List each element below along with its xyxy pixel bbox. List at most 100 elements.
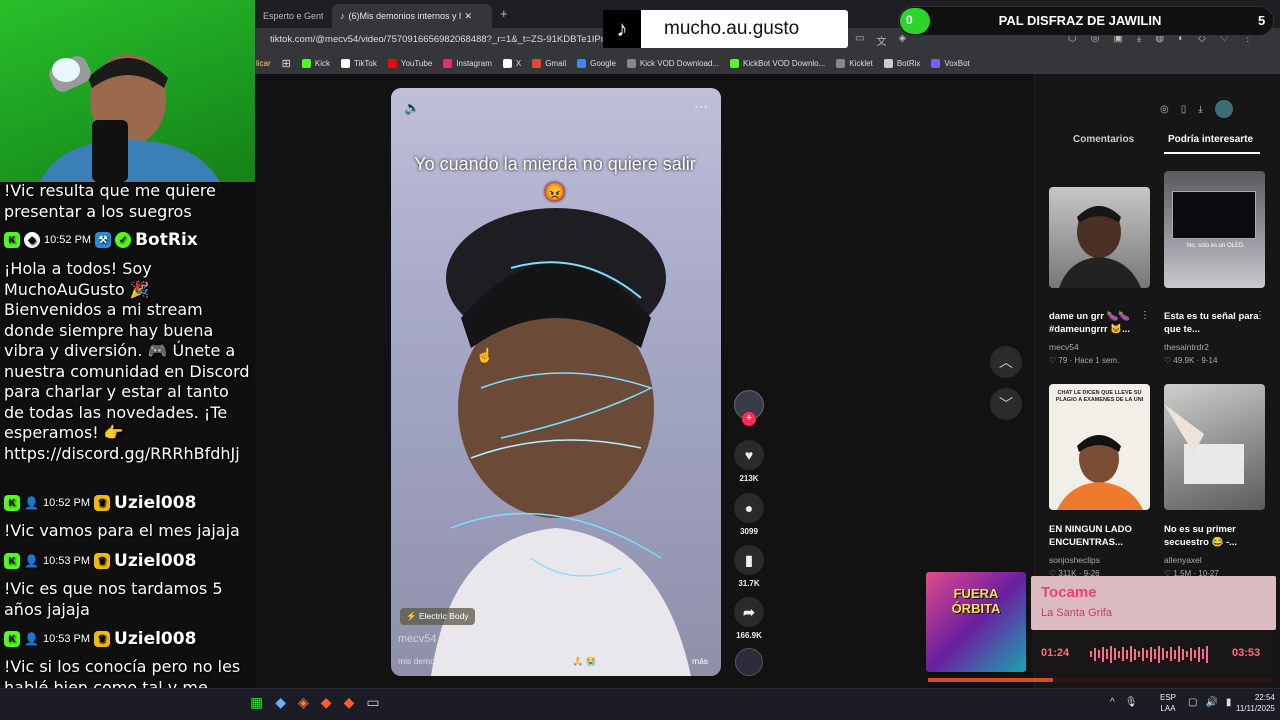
webcam-feed [0, 0, 255, 182]
chevron-down-icon: ﹀ [999, 396, 1013, 412]
system-tray: ^ 🎙 [1110, 697, 1137, 708]
like-button[interactable]: ♥ 213K [733, 440, 765, 483]
extension-icon[interactable]: ◈ [898, 33, 906, 48]
language-indicator[interactable]: ESP LAA [1160, 692, 1176, 714]
comment-button[interactable]: ● 3099 [733, 493, 765, 536]
bookmark-item[interactable]: TikTok [341, 58, 377, 68]
chevron-up-icon: ︿ [999, 354, 1013, 370]
bookmark-item[interactable]: Kicklet [836, 58, 873, 68]
browser-tab[interactable]: Esperto e Gentil e... [255, 4, 323, 28]
waveform-bar [1170, 647, 1172, 661]
waveform-bar [1134, 648, 1136, 660]
translate-icon[interactable]: 文 [876, 33, 886, 48]
more-options-icon[interactable]: ⋮ [1255, 310, 1265, 321]
user-icon: 👤 [24, 554, 39, 568]
browser-tab-active[interactable]: ♪ (6)Mis demonios internos y hum... ✕ [332, 4, 492, 28]
suggested-thumbnail[interactable]: CHAT LE DICEN QUE LLEVE SU PLAGIO A EXAM… [1049, 384, 1150, 510]
bookmark-item[interactable]: licar [256, 59, 271, 68]
app-icon[interactable]: ◆ [275, 694, 286, 711]
share-button[interactable]: ➦ 166.9K [733, 597, 765, 640]
brave-browser-icon[interactable]: ◆ [344, 694, 355, 711]
chat-user-row: K 👤 10:53 PM ♛ Uziel008 [4, 550, 196, 572]
kick-badge-icon: K [4, 631, 20, 647]
new-tab-button[interactable]: + [500, 6, 508, 21]
bookmark-label: Kick VOD Download... [639, 58, 720, 68]
volume-icon[interactable]: 🔈 [404, 100, 420, 116]
bookmark-item[interactable]: Gmail [532, 58, 566, 68]
suggested-thumbnail[interactable]: No, solo es un OLED. [1164, 171, 1265, 288]
more-options-icon[interactable]: ⋮ [1140, 310, 1150, 321]
phone-icon[interactable]: ▯ [1181, 104, 1187, 115]
bookmark-item[interactable]: KickBot VOD Downlo... [730, 58, 825, 68]
file-icon[interactable]: ▭ [366, 694, 379, 711]
waveform-bar [1130, 646, 1132, 662]
battery-icon[interactable]: ▮ [1226, 697, 1232, 708]
apps-icon[interactable]: ⊞ [282, 57, 291, 70]
suggested-title[interactable]: No es su primer secuestro 😂 -... [1164, 523, 1264, 549]
waveform-bar [1142, 647, 1144, 661]
microphone-icon[interactable]: 🎙 [1125, 697, 1138, 708]
suggested-author[interactable]: allenyaxel [1164, 555, 1202, 565]
bookmark-item[interactable]: Google [577, 58, 616, 68]
bookmark-item[interactable]: YouTube [387, 58, 432, 68]
network-icon[interactable]: ▢ [1188, 697, 1197, 708]
chat-username: Uziel008 [114, 493, 197, 513]
browser-app-icon[interactable]: ◈ [298, 694, 309, 711]
brave-browser-icon[interactable]: ◆ [321, 694, 332, 711]
tray-icons: ▢ 🔊 ▮ [1188, 697, 1231, 708]
tab-comments[interactable]: Comentarios [1073, 134, 1134, 145]
chat-message: !Vic resulta que me quiere presentar a l… [4, 182, 216, 221]
verified-badge-icon: ✓ [115, 232, 132, 248]
user-icon: 👤 [24, 496, 39, 510]
suggested-author[interactable]: mecv54 [1049, 342, 1079, 352]
sound-avatar[interactable] [733, 648, 765, 676]
follow-plus-icon[interactable]: + [742, 412, 756, 426]
bookmark-item[interactable]: X [502, 58, 521, 68]
bookmark-favicon-icon [341, 58, 351, 68]
waveform-bar [1194, 650, 1196, 658]
bookmark-item[interactable]: VoxBot [931, 58, 970, 68]
bookmark-item[interactable]: BotRix [883, 58, 920, 68]
next-video-button[interactable]: ﹀ [990, 388, 1022, 420]
suggested-thumbnail[interactable] [1049, 187, 1150, 288]
suggested-author[interactable]: thesaintrdr2 [1164, 342, 1209, 352]
suggested-thumbnail[interactable] [1164, 384, 1265, 510]
download-icon[interactable]: ⤓ [1198, 104, 1202, 115]
suggested-author[interactable]: sonjosheclips [1049, 555, 1100, 565]
creator-avatar[interactable]: + [733, 390, 765, 426]
more-options-icon[interactable]: ⋯ [694, 98, 708, 115]
bookmark-button[interactable]: ▮ 31.7K [733, 545, 765, 588]
bookmark-label: VoxBot [944, 58, 970, 68]
previous-video-button[interactable]: ︿ [990, 346, 1022, 378]
chevron-up-icon[interactable]: ^ [1110, 697, 1115, 708]
video-author[interactable]: mecv54 · Hace 2 d [398, 633, 490, 645]
kick-badge-icon: K [4, 495, 20, 511]
bookmark-favicon-icon [502, 58, 512, 68]
app-icon[interactable]: ▦ [250, 694, 263, 711]
suggested-title[interactable]: EN NINGUN LADO ENCUENTRAS... [1049, 523, 1149, 549]
suggested-title[interactable]: Esta es tu señal para que te... [1164, 310, 1264, 336]
cast-icon[interactable]: ▭ [855, 33, 864, 48]
bookmark-item[interactable]: Kick [301, 58, 330, 68]
keyboard-layout: LAA [1160, 704, 1176, 713]
compass-icon[interactable]: ◎ [1160, 104, 1169, 115]
chat-username: Uziel008 [114, 629, 197, 649]
system-clock[interactable]: 22:54 11/11/2025 [1236, 692, 1275, 714]
url-input[interactable]: tiktok.com/@mecv54/video/757091665698206… [270, 34, 609, 45]
chat-timestamp: 10:52 PM [44, 234, 92, 246]
bookmark-item[interactable]: Instagram [443, 58, 492, 68]
close-tab-icon[interactable]: ✕ [465, 11, 473, 22]
effect-tag[interactable]: ⚡ Electric Body [400, 608, 475, 625]
waveform-bar [1138, 651, 1140, 657]
share-icon: ➦ [734, 597, 764, 627]
volume-icon[interactable]: 🔊 [1205, 697, 1217, 708]
bookmark-favicon-icon [626, 58, 636, 68]
chat-message: ¡Hola a todos! Soy MuchoAuGusto 🎉 Bienve… [4, 259, 250, 463]
monitor-shape [1172, 191, 1256, 239]
bookmark-label: Google [590, 58, 616, 68]
avatar[interactable] [1214, 100, 1233, 118]
bookmark-item[interactable]: Kick VOD Download... [626, 58, 720, 68]
suggested-title[interactable]: dame un grr 🍆🍆 #dameungrrr 🐱... [1049, 310, 1149, 336]
more-link[interactable]: más [692, 656, 708, 666]
tab-suggested[interactable]: Podría interesarte [1168, 134, 1253, 145]
